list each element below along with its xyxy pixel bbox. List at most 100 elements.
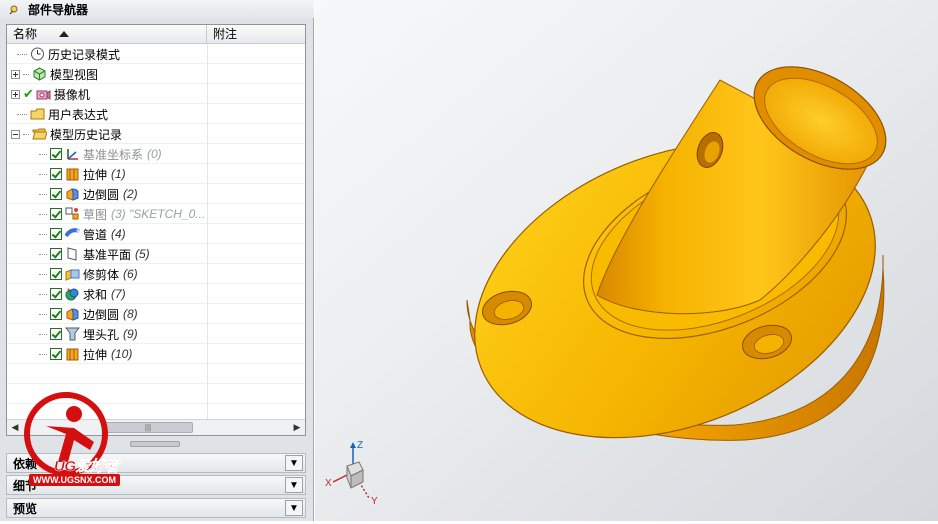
tree-label: 摄像机 xyxy=(53,87,90,102)
tree-connector xyxy=(39,233,47,235)
feature-number: (3) "SKETCH_0... xyxy=(111,207,206,221)
visibility-checkbox[interactable] xyxy=(50,148,62,160)
tree-row-feature[interactable]: + 求和 (7) xyxy=(7,284,305,304)
tree-connector xyxy=(17,113,27,115)
navigator-pin-icon[interactable] xyxy=(8,4,18,15)
tree-row-model-views[interactable]: 模型视图 xyxy=(7,64,305,84)
tree-row-feature[interactable]: 基准坐标系 (0) xyxy=(7,144,305,164)
tree-row-feature[interactable]: 边倒圆 (8) xyxy=(7,304,305,324)
feature-number: (2) xyxy=(123,187,138,201)
expand-toggle[interactable] xyxy=(11,69,20,79)
extrude-icon xyxy=(65,167,80,181)
tree-label: 埋头孔 xyxy=(83,327,120,342)
tree-row-feature[interactable]: 草图 (3) "SKETCH_0... xyxy=(7,204,305,224)
scroll-left-icon[interactable]: ◀ xyxy=(7,420,23,435)
tree-connector xyxy=(39,313,47,315)
tree-label: 历史记录模式 xyxy=(48,47,121,62)
tree-row-history-mode[interactable]: 历史记录模式 xyxy=(7,44,305,64)
trim-body-icon xyxy=(65,267,80,281)
visibility-checkbox[interactable] xyxy=(50,348,62,360)
axis-x-label: X xyxy=(325,478,332,489)
watermark-brand: UG爱好者 xyxy=(54,458,120,475)
chevron-down-icon[interactable]: ▼ xyxy=(285,500,303,516)
part-navigator-panel: 部件导航器 名称 附注 历史记录模式 模型视图 ✔ 摄像机 用户表达式 模型历史… xyxy=(0,0,314,521)
chevron-down-icon[interactable]: ▼ xyxy=(285,455,303,471)
tree-label: 模型视图 xyxy=(50,67,99,82)
feature-number: (0) xyxy=(147,147,162,161)
tree-connector xyxy=(39,193,47,195)
tree-label: 基准平面 xyxy=(83,247,132,262)
visibility-checkbox[interactable] xyxy=(50,168,62,180)
axis-z-label: Z xyxy=(357,440,364,451)
tree-label: 拉伸 xyxy=(83,347,108,362)
visibility-checkbox[interactable] xyxy=(50,188,62,200)
tree-row-feature[interactable]: 拉伸 (10) xyxy=(7,344,305,364)
tree-label: 拉伸 xyxy=(83,167,108,182)
column-header: 名称 附注 xyxy=(7,25,305,44)
visibility-checkbox[interactable] xyxy=(50,288,62,300)
tree-row-cameras[interactable]: ✔ 摄像机 xyxy=(7,84,305,104)
tree-row-feature[interactable]: 拉伸 (1) xyxy=(7,164,305,184)
collapse-toggle[interactable] xyxy=(11,129,20,139)
tree-row-feature[interactable]: 埋头孔 (9) xyxy=(7,324,305,344)
svg-text:+: + xyxy=(66,287,71,294)
tree-label: 求和 xyxy=(83,287,108,302)
flange-part-model[interactable] xyxy=(315,0,938,521)
feature-number: (4) xyxy=(111,227,126,241)
tree-row-model-history[interactable]: 模型历史记录 xyxy=(7,124,305,144)
green-check-icon: ✔ xyxy=(23,86,34,101)
tree-connector xyxy=(39,293,47,295)
model-views-cube-icon xyxy=(32,67,47,81)
visibility-checkbox[interactable] xyxy=(50,308,62,320)
tree-connector xyxy=(23,73,29,75)
visibility-checkbox[interactable] xyxy=(50,208,62,220)
tree-connector xyxy=(39,253,47,255)
camera-icon xyxy=(36,87,51,101)
tree-connector xyxy=(39,273,47,275)
tree-row-user-expressions[interactable]: 用户表达式 xyxy=(7,104,305,124)
watermark-url: WWW.UGSNX.COM xyxy=(29,474,120,486)
unite-icon: + xyxy=(65,287,80,301)
feature-number: (10) xyxy=(111,347,133,361)
tree-row-feature[interactable]: 边倒圆 (2) xyxy=(7,184,305,204)
edge-blend-icon xyxy=(65,307,80,321)
tree-connector xyxy=(39,153,47,155)
column-name[interactable]: 名称 xyxy=(7,25,207,44)
feature-number: (7) xyxy=(111,287,126,301)
tree-label: 基准坐标系 xyxy=(83,147,144,162)
scroll-right-icon[interactable]: ▶ xyxy=(289,420,305,435)
tree-label: 模型历史记录 xyxy=(50,127,123,142)
tree-row-feature[interactable]: 基准平面 (5) xyxy=(7,244,305,264)
tree-row-feature[interactable]: 管道 (4) xyxy=(7,224,305,244)
tree-connector xyxy=(39,213,47,215)
datum-csys-icon xyxy=(65,147,80,161)
tree-connector xyxy=(39,353,47,355)
expand-toggle[interactable] xyxy=(11,89,20,99)
tree-connector xyxy=(39,173,47,175)
tree-label: 修剪体 xyxy=(83,267,120,282)
navigator-header: 部件导航器 xyxy=(0,0,314,18)
visibility-checkbox[interactable] xyxy=(50,248,62,260)
visibility-checkbox[interactable] xyxy=(50,328,62,340)
tree-rows: 历史记录模式 模型视图 ✔ 摄像机 用户表达式 模型历史记录 基准坐标系 (0)… xyxy=(7,44,305,424)
column-note[interactable]: 附注 xyxy=(207,25,305,44)
tree-connector xyxy=(17,53,27,55)
feature-number: (5) xyxy=(135,247,150,261)
countersunk-hole-icon xyxy=(64,327,81,341)
visibility-checkbox[interactable] xyxy=(50,268,62,280)
feature-number: (9) xyxy=(123,327,138,341)
axis-y-label: Y xyxy=(371,496,378,507)
feature-number: (6) xyxy=(123,267,138,281)
tree-row-feature[interactable]: 修剪体 (6) xyxy=(7,264,305,284)
view-triad[interactable]: Z X Y xyxy=(323,436,383,516)
tube-icon xyxy=(64,227,80,241)
chevron-down-icon[interactable]: ▼ xyxy=(285,477,303,493)
clock-icon xyxy=(30,47,45,61)
extrude-icon xyxy=(65,347,80,361)
graphics-viewport[interactable]: Z X Y xyxy=(315,0,938,521)
feature-number: (8) xyxy=(123,307,138,321)
tree-connector xyxy=(39,333,47,335)
tree-label: 边倒圆 xyxy=(83,307,120,322)
tree-label: 边倒圆 xyxy=(83,187,120,202)
visibility-checkbox[interactable] xyxy=(50,228,62,240)
